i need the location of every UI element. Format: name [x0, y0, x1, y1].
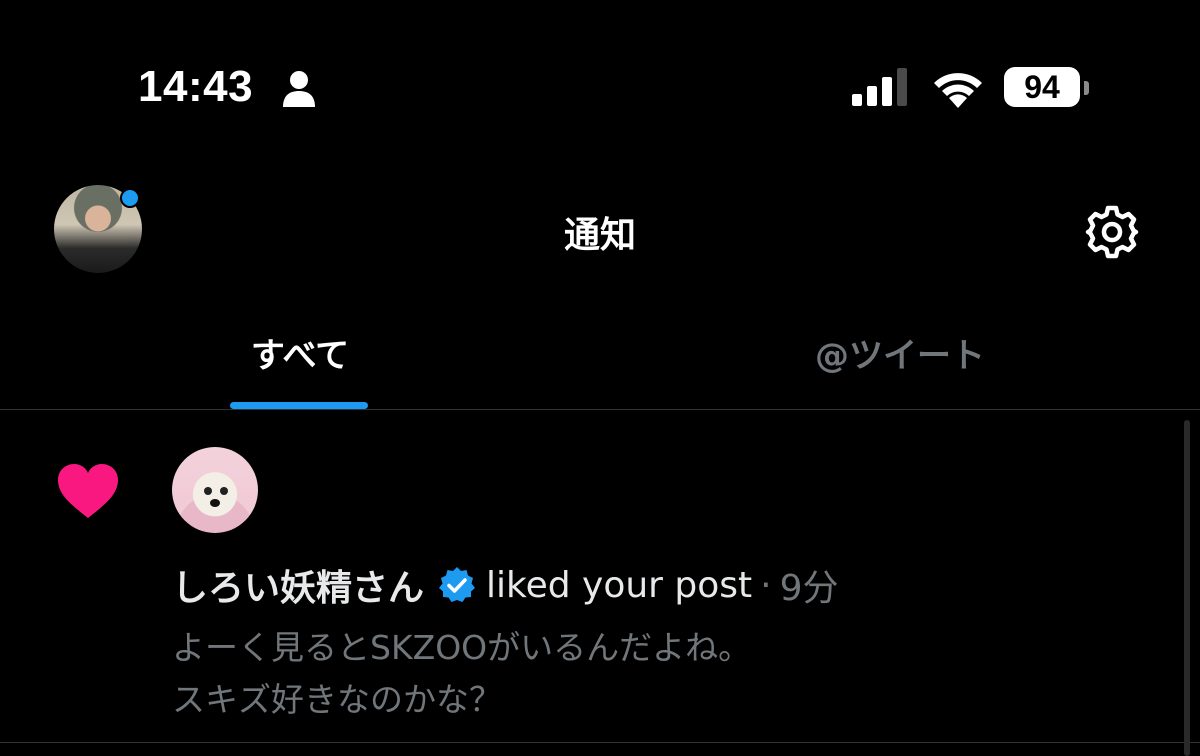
- divider: [0, 409, 1200, 410]
- unread-badge: [120, 188, 140, 208]
- verified-icon: [439, 567, 476, 602]
- status-time: 14:43: [138, 62, 254, 111]
- divider: [0, 742, 1200, 743]
- person-icon: [283, 71, 315, 107]
- wifi-icon: [934, 73, 982, 108]
- liker-avatar[interactable]: [172, 447, 258, 533]
- battery-icon: 94: [1004, 67, 1094, 109]
- action-text: liked your post: [486, 564, 753, 606]
- post-snippet[interactable]: よーく見るとSKZOOがいるんだよね。 スキズ好きなのかな？: [172, 622, 1072, 726]
- active-tab-indicator: [230, 402, 368, 409]
- dog-eye-right: [220, 487, 228, 495]
- battery-cap: [1084, 81, 1089, 95]
- user-name[interactable]: しろい妖精さん: [172, 559, 424, 611]
- dog-nose: [210, 499, 220, 507]
- time-ago: 9分: [779, 568, 839, 609]
- separator: ·: [760, 564, 772, 606]
- scrollbar[interactable]: [1184, 420, 1190, 756]
- tab-mentions[interactable]: @ツイート: [740, 328, 1060, 377]
- dog-eye-left: [204, 487, 212, 495]
- gear-icon[interactable]: [1084, 204, 1140, 260]
- battery-level: 94: [1004, 67, 1080, 107]
- heart-icon: [58, 464, 118, 518]
- signal-icon: [852, 68, 907, 106]
- tab-all[interactable]: すべて: [140, 328, 460, 377]
- page-title: 通知: [563, 215, 636, 256]
- post-line: よーく見るとSKZOOがいるんだよね。: [172, 628, 752, 667]
- post-line: スキズ好きなのかな？: [172, 680, 502, 719]
- status-bar: 14:43 94: [0, 0, 1200, 150]
- notification-line: しろい妖精さん liked your post · 9分: [172, 560, 839, 610]
